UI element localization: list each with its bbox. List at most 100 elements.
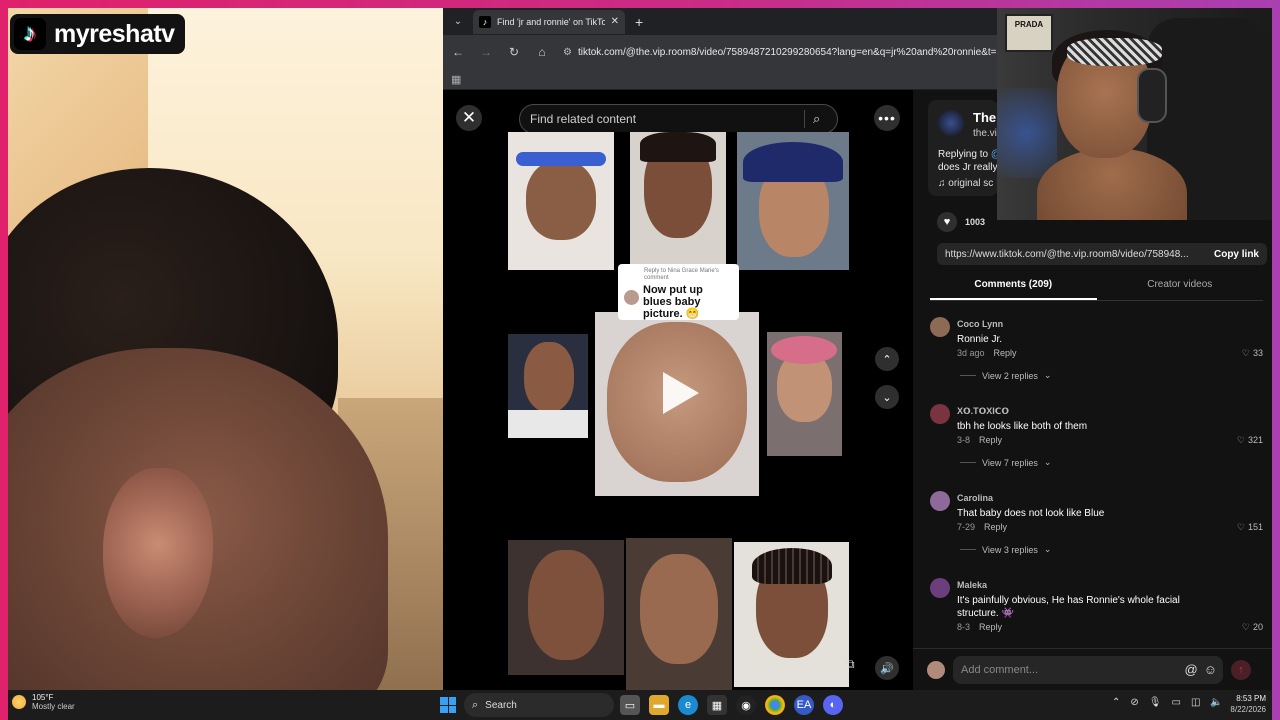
comment-item: Coco Lynn Ronnie Jr. 3d ago Reply ♡ 33 V… xyxy=(930,315,1263,402)
comment-like-button[interactable]: ♡ 321 xyxy=(1237,435,1263,446)
emoji-icon[interactable]: ☺ xyxy=(1204,662,1217,677)
apps-grid-icon[interactable]: ▦ xyxy=(451,73,461,86)
commenter-avatar[interactable] xyxy=(930,317,950,337)
music-row[interactable]: ♫ original sc xyxy=(938,178,993,189)
my-avatar xyxy=(927,660,945,679)
search-placeholder: Find related content xyxy=(530,112,637,126)
reply-sticker-text: Now put up blues baby picture. 😁 xyxy=(643,284,703,320)
windows-start-icon[interactable] xyxy=(440,697,456,713)
streamer-webcam: PRADA xyxy=(997,8,1272,220)
chevron-up-icon[interactable]: ⌃ xyxy=(1112,697,1120,708)
store-icon[interactable]: ▦ xyxy=(707,695,727,715)
comment-list: Coco Lynn Ronnie Jr. 3d ago Reply ♡ 33 V… xyxy=(930,315,1263,663)
photo-teen-1 xyxy=(508,540,624,675)
picture-in-picture-icon[interactable]: ⧉ xyxy=(846,657,855,672)
chevron-down-icon: ⌄ xyxy=(1043,370,1052,380)
display-icon[interactable]: ▭ xyxy=(1171,697,1180,708)
microphone-icon[interactable]: 🎙 xyxy=(1149,697,1162,708)
post-arrow-up-icon[interactable]: ↑ xyxy=(1231,659,1251,680)
comment-text: It's painfully obvious, He has Ronnie's … xyxy=(957,595,1180,619)
comment-like-button[interactable]: ♡ 33 xyxy=(1242,348,1263,359)
comment-like-button[interactable]: ♡ 20 xyxy=(1242,622,1263,633)
view-replies-button[interactable]: View 3 replies ⌄ xyxy=(960,544,1051,555)
reply-button[interactable]: Reply xyxy=(979,435,1002,445)
photo-boy-1 xyxy=(630,132,726,270)
clock[interactable]: 8:53 PM 8/22/2026 xyxy=(1206,693,1266,715)
related-search-input[interactable]: Find related content ⌕ xyxy=(519,104,838,134)
commenter-name[interactable]: Coco Lynn xyxy=(957,319,1003,329)
commenter-name[interactable]: Carolina xyxy=(957,493,993,503)
tab-comments[interactable]: Comments (209) xyxy=(930,277,1097,300)
chevron-down-icon: ⌄ xyxy=(1043,544,1052,554)
chrome-icon[interactable] xyxy=(765,695,785,715)
reply-button[interactable]: Reply xyxy=(979,622,1002,632)
network-icon[interactable]: ◫ xyxy=(1191,697,1200,708)
search-icon: ⌕ xyxy=(472,698,479,711)
task-view-icon[interactable]: ▭ xyxy=(620,695,640,715)
weather-condition: Mostly clear xyxy=(32,702,75,711)
volume-icon[interactable]: 🔊 xyxy=(875,656,899,680)
back-arrow-icon[interactable]: ← xyxy=(451,45,465,59)
left-video-feed xyxy=(8,8,444,690)
forward-arrow-icon[interactable]: → xyxy=(479,45,493,59)
ea-app-icon[interactable]: EA xyxy=(794,695,814,715)
more-options-icon[interactable]: ••• xyxy=(874,105,900,131)
share-url: https://www.tiktok.com/@the.vip.room8/vi… xyxy=(945,248,1189,260)
new-tab-button[interactable]: + xyxy=(635,14,643,30)
close-icon[interactable]: ✕ xyxy=(456,105,482,131)
tab-creator-videos[interactable]: Creator videos xyxy=(1097,277,1264,300)
play-icon[interactable] xyxy=(663,372,699,414)
view-replies-label: View 2 replies xyxy=(982,370,1038,381)
photo-baby xyxy=(508,132,614,270)
commenter-name[interactable]: Maleka xyxy=(957,580,987,590)
search-divider xyxy=(804,110,805,128)
comment-placeholder: Add comment... xyxy=(961,663,1039,676)
url-text: tiktok.com/@the.vip.room8/video/75894872… xyxy=(577,46,1041,58)
search-icon[interactable]: ⌕ xyxy=(813,111,837,127)
brand-name: myreshatv xyxy=(54,19,175,48)
view-replies-button[interactable]: View 7 replies ⌄ xyxy=(960,457,1051,468)
obs-icon[interactable]: ◉ xyxy=(736,695,756,715)
heart-outline-icon: ♡ xyxy=(1236,435,1245,445)
photo-man-hat xyxy=(737,132,849,270)
tab-close-icon[interactable]: ✕ xyxy=(611,16,619,27)
commenter-avatar[interactable] xyxy=(930,491,950,511)
author-name[interactable]: The xyxy=(973,110,996,125)
commenter-name[interactable]: X𝗢.T𝗢XI𝗖𝗢 xyxy=(957,406,1009,417)
comment-input[interactable]: Add comment... @ ☺ xyxy=(953,655,1223,684)
headband xyxy=(1067,38,1162,66)
browser-tab-active[interactable]: ♪ Find 'jr and ronnie' on TikTok | Se ✕ xyxy=(473,9,625,34)
author-avatar[interactable] xyxy=(938,110,964,136)
description-line: does Jr really xyxy=(938,162,998,173)
taskbar-apps: ▭ ▬ e ▦ ◉ EA ◐ xyxy=(620,695,843,715)
add-comment-bar: Add comment... @ ☺ ↑ xyxy=(913,648,1272,690)
commenter-avatar[interactable] xyxy=(930,404,950,424)
url-field[interactable]: ⚙ tiktok.com/@the.vip.room8/video/758948… xyxy=(563,47,1041,58)
file-explorer-icon[interactable]: ▬ xyxy=(649,695,669,715)
stream-brand-logo: ♪ myreshatv xyxy=(10,14,185,54)
reply-button[interactable]: Reply xyxy=(984,522,1007,532)
site-info-icon[interactable]: ⚙ xyxy=(563,47,572,58)
view-replies-label: View 7 replies xyxy=(982,457,1038,468)
copy-link-button[interactable]: Copy link xyxy=(1214,249,1259,260)
reply-button[interactable]: Reply xyxy=(994,348,1017,358)
heart-icon[interactable]: ♥ xyxy=(937,212,957,232)
mention-at-icon[interactable]: @ xyxy=(1185,662,1198,677)
edge-icon[interactable]: e xyxy=(678,695,698,715)
taskbar-search[interactable]: ⌕ Search xyxy=(464,693,614,717)
chevron-down-icon: ⌄ xyxy=(1043,457,1052,467)
next-video-chevron-down-icon[interactable]: ⌄ xyxy=(875,385,899,409)
view-replies-button[interactable]: View 2 replies ⌄ xyxy=(960,370,1051,381)
comment-like-button[interactable]: ♡ 151 xyxy=(1237,522,1263,533)
discord-icon[interactable]: ◐ xyxy=(823,695,843,715)
bluetooth-off-icon[interactable]: ⊘ xyxy=(1130,697,1138,708)
commenter-avatar[interactable] xyxy=(930,578,950,598)
music-name: original sc xyxy=(948,178,994,189)
weather-widget[interactable]: 105°F Mostly clear xyxy=(12,693,75,711)
reload-icon[interactable]: ↻ xyxy=(507,45,521,59)
previous-video-chevron-up-icon[interactable]: ⌃ xyxy=(875,347,899,371)
video-frame[interactable]: Reply to Nina Grace Marie's comment Now … xyxy=(508,132,849,690)
tab-list-chevron-icon[interactable]: ⌄ xyxy=(447,12,469,32)
home-icon[interactable]: ⌂ xyxy=(535,45,549,59)
view-replies-label: View 3 replies xyxy=(982,544,1038,555)
